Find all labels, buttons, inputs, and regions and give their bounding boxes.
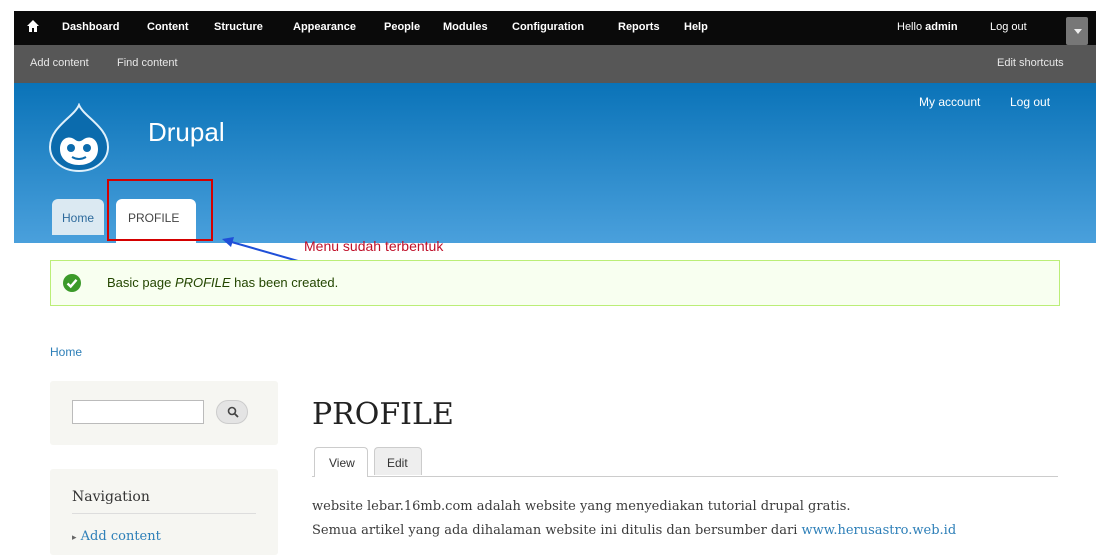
admin-toolbar: Dashboard Content Structure Appearance P… (14, 11, 1096, 45)
hello-user[interactable]: admin (925, 21, 957, 33)
tab-home-label: Home (62, 211, 95, 225)
breadcrumb[interactable]: Home (50, 345, 82, 359)
nav-item-add-content[interactable]: ▸ Add content (72, 529, 161, 544)
toolbar-drawer-toggle[interactable] (1066, 17, 1088, 45)
tab-view[interactable]: View (314, 447, 368, 477)
annotation-highlight-box (107, 179, 213, 241)
body-paragraph-2-text: Semua artikel yang ada dihalaman website… (312, 523, 802, 538)
search-block (50, 381, 278, 445)
navigation-block: Navigation ▸ Add content (50, 469, 278, 555)
drupal-logo-icon[interactable] (46, 103, 112, 173)
toolbar-hello-label: Hello admin (897, 21, 958, 33)
chevron-down-icon (1074, 29, 1082, 34)
toolbar-configuration[interactable]: Configuration (512, 21, 584, 33)
toolbar-reports[interactable]: Reports (618, 21, 660, 33)
annotation-label: Menu sudah terbentuk (304, 238, 444, 254)
local-tabs: View Edit (312, 443, 1058, 477)
navigation-title: Navigation (72, 489, 150, 505)
toolbar-modules[interactable]: Modules (443, 21, 488, 33)
hello-prefix: Hello (897, 21, 923, 33)
toolbar-content[interactable]: Content (147, 21, 189, 33)
toolbar-dashboard[interactable]: Dashboard (62, 21, 119, 33)
status-message: Basic page PROFILE has been created. (50, 260, 1060, 306)
shortcut-add-content[interactable]: Add content (30, 57, 89, 69)
check-circle-icon (63, 274, 81, 292)
nav-item-add-content-label: Add content (80, 529, 161, 544)
edit-shortcuts-link[interactable]: Edit shortcuts (997, 57, 1064, 69)
my-account-link[interactable]: My account (919, 95, 980, 109)
shortcuts-bar: Add content Find content Edit shortcuts (14, 45, 1096, 83)
tab-edit-label: Edit (387, 456, 408, 470)
status-message-title: PROFILE (174, 275, 231, 290)
site-name[interactable]: Drupal (148, 117, 225, 148)
toolbar-people[interactable]: People (384, 21, 420, 33)
search-input[interactable] (72, 400, 204, 424)
page-title: PROFILE (312, 397, 454, 432)
status-message-text: Basic page PROFILE has been created. (107, 275, 338, 290)
bullet-icon: ▸ (72, 533, 77, 543)
status-message-after: has been created. (230, 275, 339, 290)
search-button[interactable] (216, 400, 248, 424)
source-link[interactable]: www.herusastro.web.id (802, 523, 957, 538)
secondary-logout-link[interactable]: Log out (1010, 95, 1050, 109)
toolbar-appearance[interactable]: Appearance (293, 21, 356, 33)
shortcut-find-content[interactable]: Find content (117, 57, 178, 69)
tab-home[interactable]: Home (52, 199, 104, 235)
toolbar-structure[interactable]: Structure (214, 21, 263, 33)
body-paragraph-1: website lebar.16mb.com adalah website ya… (312, 499, 851, 514)
home-icon[interactable] (26, 19, 40, 33)
tab-edit[interactable]: Edit (374, 447, 422, 475)
browser-viewport: Dashboard Content Structure Appearance P… (14, 11, 1096, 555)
divider (72, 513, 256, 514)
search-icon (227, 406, 239, 418)
toolbar-help[interactable]: Help (684, 21, 708, 33)
toolbar-logout[interactable]: Log out (990, 21, 1027, 33)
status-message-before: Basic page (107, 275, 175, 290)
tab-view-label: View (329, 456, 355, 470)
body-paragraph-2: Semua artikel yang ada dihalaman website… (312, 523, 956, 538)
